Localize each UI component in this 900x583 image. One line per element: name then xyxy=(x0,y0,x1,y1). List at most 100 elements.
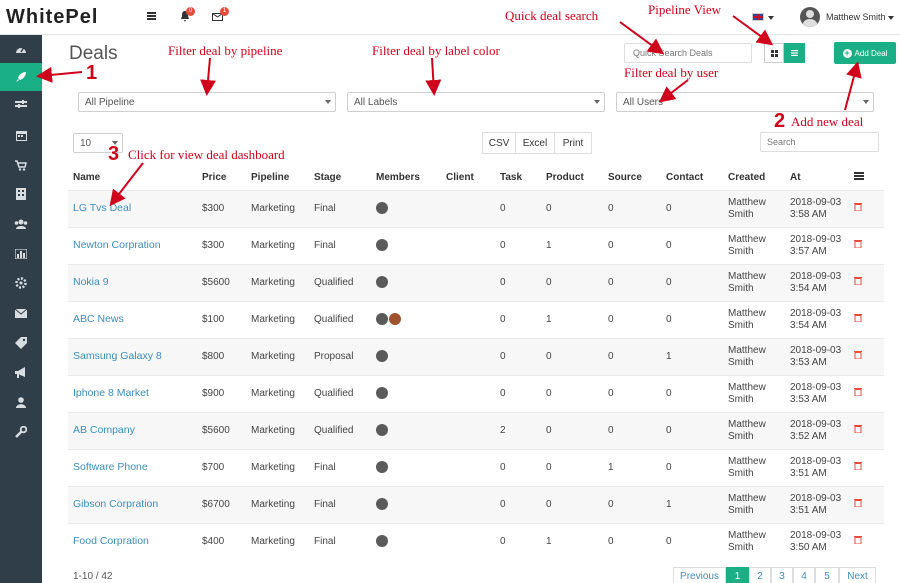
deal-task-count: 0 xyxy=(495,226,541,264)
member-avatar[interactable] xyxy=(376,387,388,400)
sidebar-item-tools[interactable] xyxy=(0,418,42,446)
column-header-product[interactable]: Product xyxy=(541,165,603,190)
deal-stage: Final xyxy=(309,226,371,264)
trash-icon[interactable] xyxy=(854,239,862,249)
column-header-client[interactable]: Client xyxy=(441,165,495,190)
deal-name-link[interactable]: Nokia 9 xyxy=(73,276,109,288)
app-logo[interactable]: WhitePel xyxy=(6,6,98,29)
print-button[interactable]: Print xyxy=(554,132,592,154)
member-avatar[interactable] xyxy=(376,313,388,326)
deal-name-link[interactable]: Samsung Galaxy 8 xyxy=(73,350,162,362)
pagination-next[interactable]: Next xyxy=(839,567,876,583)
trash-icon[interactable] xyxy=(854,350,862,360)
deal-name-link[interactable]: Software Phone xyxy=(73,461,148,473)
user-avatar[interactable] xyxy=(800,7,820,27)
annotation-dashboard: Click for view deal dashboard xyxy=(128,147,285,162)
column-header-members[interactable]: Members xyxy=(371,165,441,190)
deal-name-link[interactable]: LG Tvs Deal xyxy=(73,202,131,214)
trash-icon[interactable] xyxy=(854,202,862,212)
member-avatar[interactable] xyxy=(376,239,388,252)
trash-icon[interactable] xyxy=(854,387,862,397)
sidebar-item-profile[interactable] xyxy=(0,388,42,416)
sidebar-item-shop[interactable] xyxy=(0,151,42,179)
quick-search-input[interactable] xyxy=(624,43,752,63)
table-row: Samsung Galaxy 8 $800 Marketing Proposal… xyxy=(68,337,884,375)
sidebar-item-calendar[interactable] xyxy=(0,121,42,149)
add-deal-button[interactable]: + Add Deal xyxy=(834,42,896,64)
deal-price: $5600 xyxy=(197,263,246,301)
column-header-price[interactable]: Price xyxy=(197,165,246,190)
sidebar-item-deals[interactable] xyxy=(0,63,42,91)
bell-icon[interactable]: 0 xyxy=(180,7,195,22)
table-search-input[interactable] xyxy=(760,132,879,152)
deal-product-count: 0 xyxy=(541,263,603,301)
excel-button[interactable]: Excel xyxy=(515,132,555,154)
trash-icon[interactable] xyxy=(854,498,862,508)
deal-name-link[interactable]: Iphone 8 Market xyxy=(73,387,149,399)
column-header-created[interactable]: Created xyxy=(723,165,785,190)
sidebar-item-settings[interactable] xyxy=(0,269,42,297)
grid-view-button[interactable] xyxy=(764,43,784,63)
member-avatar[interactable] xyxy=(376,350,388,363)
sidebar-item-dashboard[interactable] xyxy=(0,35,42,63)
deal-product-count: 0 xyxy=(541,337,603,375)
deal-task-count: 0 xyxy=(495,263,541,301)
trash-icon[interactable] xyxy=(854,424,862,434)
pagination-page-3[interactable]: 3 xyxy=(771,567,793,583)
member-avatar[interactable] xyxy=(389,313,401,326)
deal-name-link[interactable]: ABC News xyxy=(73,313,124,325)
pipeline-filter-select[interactable]: All Pipeline xyxy=(78,92,336,112)
member-avatar[interactable] xyxy=(376,535,388,548)
menu-toggle-icon[interactable] xyxy=(147,12,156,20)
table-row: Nokia 9 $5600 Marketing Qualified 0 0 0 … xyxy=(68,263,884,301)
column-header-stage[interactable]: Stage xyxy=(309,165,371,190)
sidebar-item-reports[interactable] xyxy=(0,240,42,268)
deal-product-count: 0 xyxy=(541,411,603,449)
column-header-contact[interactable]: Contact xyxy=(661,165,723,190)
member-avatar[interactable] xyxy=(376,498,388,511)
trash-icon[interactable] xyxy=(854,276,862,286)
deal-created-by: Matthew Smith xyxy=(723,226,785,264)
label-filter-select[interactable]: All Labels xyxy=(347,92,605,112)
mail-icon[interactable]: 1 xyxy=(212,7,229,21)
member-avatar[interactable] xyxy=(376,461,388,474)
deal-product-count: 1 xyxy=(541,300,603,338)
column-header-task[interactable]: Task xyxy=(495,165,541,190)
column-header-at[interactable]: At xyxy=(785,165,849,190)
user-menu-chevron-down-icon[interactable] xyxy=(888,16,894,20)
language-chevron-down-icon[interactable] xyxy=(768,16,774,20)
add-deal-label: Add Deal xyxy=(854,48,888,58)
sidebar-item-companies[interactable] xyxy=(0,180,42,208)
sidebar-item-campaigns[interactable] xyxy=(0,358,42,386)
deal-name-link[interactable]: AB Company xyxy=(73,424,135,436)
language-flag-icon[interactable] xyxy=(752,13,764,21)
column-header-source[interactable]: Source xyxy=(603,165,661,190)
pagination-page-5[interactable]: 5 xyxy=(815,567,839,583)
user-name[interactable]: Matthew Smith xyxy=(826,12,886,22)
member-avatar[interactable] xyxy=(376,276,388,289)
sidebar-item-mail[interactable] xyxy=(0,299,42,327)
sidebar-item-pipelines[interactable] xyxy=(0,91,42,119)
sidebar-item-tags[interactable] xyxy=(0,329,42,357)
deal-source-count: 0 xyxy=(603,189,661,227)
column-header-name[interactable]: Name xyxy=(68,165,197,190)
trash-icon[interactable] xyxy=(854,313,862,323)
pagination-page-4[interactable]: 4 xyxy=(793,567,815,583)
member-avatar[interactable] xyxy=(376,202,388,215)
column-menu-icon[interactable] xyxy=(849,165,884,190)
deal-name-link[interactable]: Gibson Corpration xyxy=(73,498,158,510)
deal-name-link[interactable]: Newton Corpration xyxy=(73,239,161,251)
user-filter-select[interactable]: All Users xyxy=(616,92,874,112)
column-header-pipeline[interactable]: Pipeline xyxy=(246,165,309,190)
trash-icon[interactable] xyxy=(854,461,862,471)
member-avatar[interactable] xyxy=(376,424,388,437)
pagination-page-2[interactable]: 2 xyxy=(749,567,771,583)
deal-name-link[interactable]: Food Corpration xyxy=(73,535,149,547)
pagination-page-1[interactable]: 1 xyxy=(726,567,749,583)
csv-button[interactable]: CSV xyxy=(482,132,516,154)
deal-contact-count: 0 xyxy=(661,374,723,412)
pagination-previous[interactable]: Previous xyxy=(673,567,726,583)
sidebar-item-users[interactable] xyxy=(0,210,42,238)
trash-icon[interactable] xyxy=(854,535,862,545)
list-view-button[interactable] xyxy=(784,43,805,63)
